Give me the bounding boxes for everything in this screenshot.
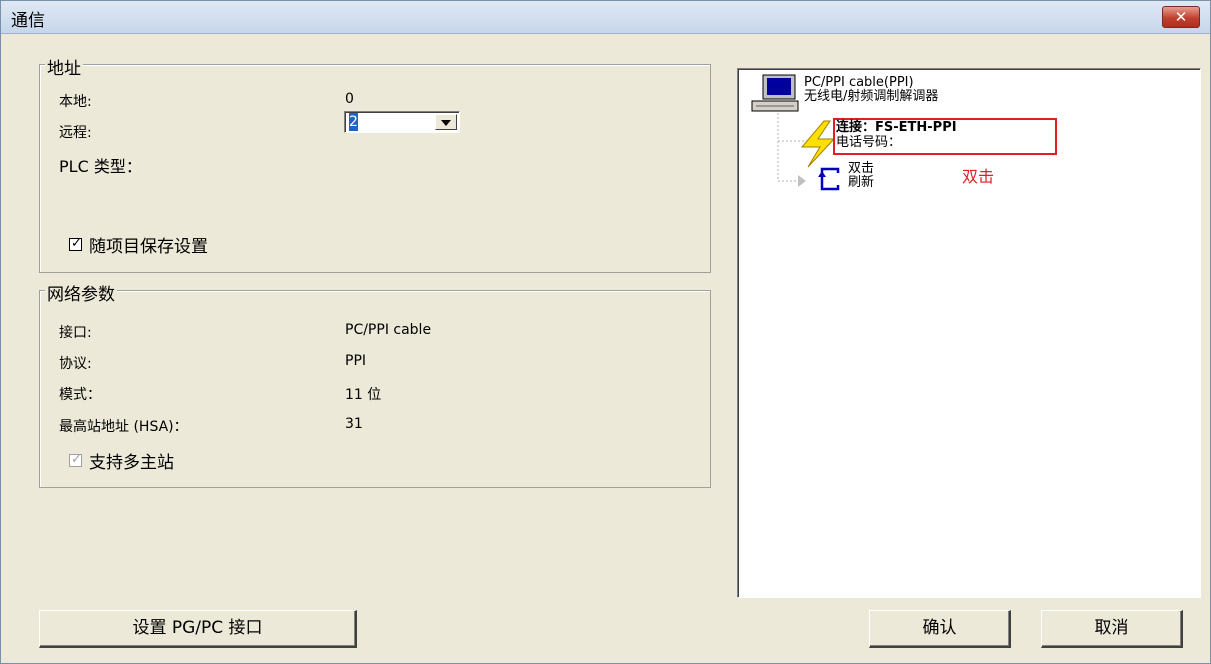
window-title: 通信 xyxy=(11,11,45,31)
plc-type-label: PLC 类型： xyxy=(59,157,142,176)
checkmark-icon: ✓ xyxy=(71,236,82,251)
set-pgpc-interface-button[interactable]: 设置 PG/PC 接口 xyxy=(39,610,357,648)
title-bar[interactable]: 通信 ✕ xyxy=(1,1,1210,34)
save-with-project-checkbox[interactable]: ✓ xyxy=(69,236,82,251)
mode-label: 模式： xyxy=(59,387,101,403)
close-button[interactable]: ✕ xyxy=(1162,6,1200,28)
connect-line[interactable]: 连接：FS-ETH-PPI xyxy=(836,121,957,135)
chevron-down-icon xyxy=(441,120,451,126)
cancel-button[interactable]: 取消 xyxy=(1041,610,1183,648)
refresh-icon xyxy=(818,167,840,191)
hsa-label: 最高站地址 (HSA)： xyxy=(59,419,188,435)
hsa-value: 31 xyxy=(345,416,363,432)
dropdown-button[interactable] xyxy=(435,114,457,130)
network-params-title: 网络参数 xyxy=(45,280,117,305)
lightning-icon xyxy=(800,120,836,168)
mode-value: 11 位 xyxy=(345,387,382,403)
refresh-line-1[interactable]: 双击 xyxy=(848,162,874,176)
device-line-1: PC/PPI cable(PPI) xyxy=(804,75,914,90)
computer-icon xyxy=(751,74,799,112)
network-params-group: 网络参数 接口: PC/PPI cable 协议: PPI 模式： 11 位 最… xyxy=(39,280,711,488)
address-group-title: 地址 xyxy=(45,54,83,79)
local-address-value: 0 xyxy=(345,91,354,107)
interface-value: PC/PPI cable xyxy=(345,322,432,338)
save-with-project-label: 随项目保存设置 xyxy=(89,237,208,257)
communication-dialog: 通信 ✕ 地址 本地: 0 远程: 2 PLC 类型： ✓ 随项目保存设置 网络… xyxy=(0,0,1211,664)
protocol-value: PPI xyxy=(345,353,367,369)
arrow-icon xyxy=(798,175,806,187)
checkmark-icon: ✓ xyxy=(71,452,82,467)
address-group: 地址 本地: 0 远程: 2 PLC 类型： ✓ 随项目保存设置 xyxy=(39,54,711,273)
ok-button[interactable]: 确认 xyxy=(869,610,1011,648)
phone-line[interactable]: 电话号码： xyxy=(836,136,901,150)
interface-label: 接口: xyxy=(59,325,92,341)
remote-address-label: 远程: xyxy=(59,125,92,141)
communication-tree-panel[interactable]: PC/PPI cable(PPI) 无线电/射频调制解调器 连接：FS-ETH-… xyxy=(737,68,1201,598)
local-address-label: 本地: xyxy=(59,94,92,110)
close-icon: ✕ xyxy=(1174,8,1188,26)
multi-master-checkbox: ✓ xyxy=(69,452,82,467)
refresh-line-2[interactable]: 刷新 xyxy=(848,176,874,190)
dialog-client-area: 地址 本地: 0 远程: 2 PLC 类型： ✓ 随项目保存设置 网络参数 接口… xyxy=(9,34,1202,658)
multi-master-label: 支持多主站 xyxy=(89,453,174,473)
remote-address-value: 2 xyxy=(349,113,358,131)
remote-address-dropdown[interactable]: 2 xyxy=(344,111,460,133)
device-line-2: 无线电/射频调制解调器 xyxy=(804,89,939,104)
protocol-label: 协议: xyxy=(59,356,92,372)
double-click-annotation: 双击 xyxy=(962,167,995,186)
